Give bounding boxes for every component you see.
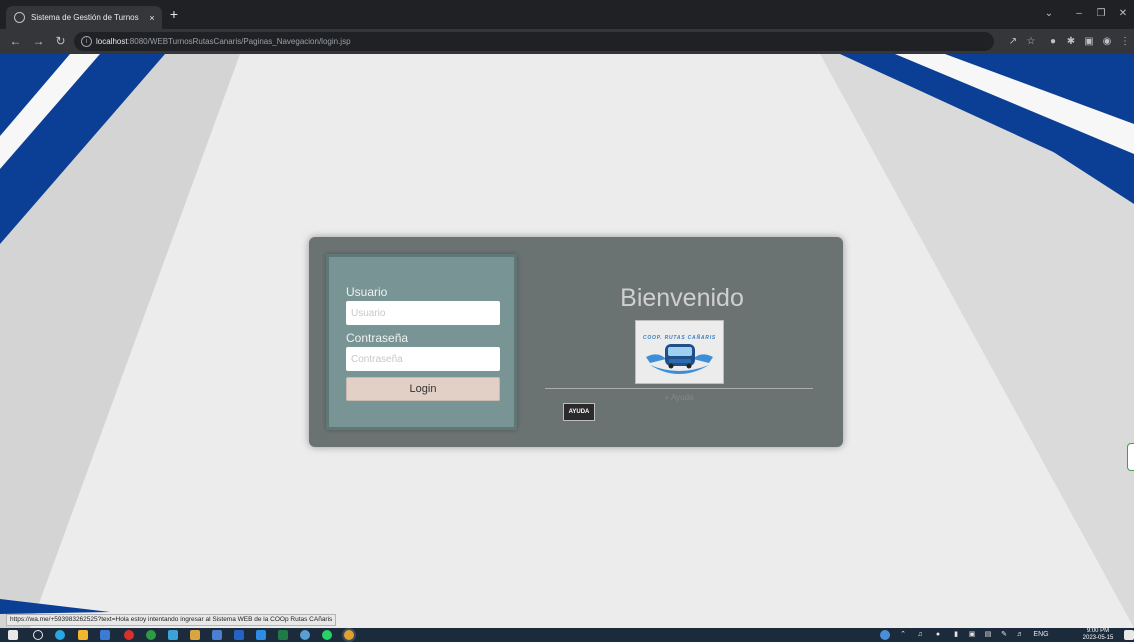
speaker-icon[interactable]: ♫: [914, 629, 926, 641]
browser-tab[interactable]: Sistema de Gestión de Turnos "F ×: [6, 6, 162, 29]
excel-icon[interactable]: [278, 630, 288, 640]
profile-icon[interactable]: ◉: [1100, 34, 1114, 49]
app-icon-blue-2[interactable]: [212, 630, 222, 640]
login-form: Usuario Contraseña Login: [326, 254, 517, 430]
display-icon[interactable]: ▣: [966, 629, 978, 641]
address-bar[interactable]: i localhost:8080/WEBTurnosRutasCanaris/P…: [74, 32, 994, 51]
menu-icon[interactable]: ⋮: [1118, 34, 1132, 49]
company-logo: COOP. RUTAS CAÑARIS: [635, 320, 724, 384]
sidebar-icon[interactable]: ▣: [1082, 34, 1096, 49]
page-viewport: Usuario Contraseña Login Bienvenido COOP…: [0, 54, 1134, 628]
mail-icon[interactable]: [100, 630, 110, 640]
browser-tab-bar: Sistema de Gestión de Turnos "F × + ⌄ – …: [0, 0, 1134, 29]
app-icon-blue[interactable]: [168, 630, 178, 640]
edge-icon[interactable]: [55, 630, 65, 640]
chevron-up-icon[interactable]: ⌃: [898, 629, 908, 641]
whatsapp-icon[interactable]: [322, 630, 332, 640]
extension-icon[interactable]: ●: [1046, 34, 1060, 49]
reload-icon[interactable]: ↻: [53, 34, 68, 49]
volume-icon[interactable]: ♬: [1014, 629, 1026, 641]
weather-icon[interactable]: [880, 630, 890, 640]
pen-icon[interactable]: ✎: [998, 629, 1010, 641]
restore-icon[interactable]: ❐: [1092, 6, 1110, 22]
username-label: Usuario: [346, 285, 388, 299]
zoom-icon[interactable]: [256, 630, 266, 640]
language-indicator[interactable]: ENG: [1030, 629, 1052, 641]
app-icon-light-blue[interactable]: [300, 630, 310, 640]
puzzle-icon[interactable]: ✱: [1064, 34, 1078, 49]
login-button[interactable]: Login: [346, 377, 500, 401]
tab-title: Sistema de Gestión de Turnos "F: [31, 13, 141, 22]
opera-icon[interactable]: [124, 630, 134, 640]
chrome-icon[interactable]: [344, 630, 354, 640]
password-input[interactable]: [346, 347, 500, 371]
close-tab-icon[interactable]: ×: [146, 11, 158, 25]
bus-logo-icon: [646, 344, 713, 374]
close-window-icon[interactable]: ✕: [1114, 6, 1132, 22]
clock-time: 9:00 PM: [1086, 628, 1110, 634]
username-input[interactable]: [346, 301, 500, 325]
url-host: localhost: [96, 37, 128, 46]
status-bar-url: https://wa.me/+593983262525?text=Hola es…: [6, 614, 337, 626]
globe-icon: [14, 12, 25, 23]
login-card: Usuario Contraseña Login Bienvenido COOP…: [309, 237, 843, 447]
clock-date: 2023-05-15: [1082, 635, 1114, 641]
back-icon[interactable]: ←: [8, 34, 23, 49]
whatsapp-widget[interactable]: [1127, 443, 1134, 471]
forward-icon[interactable]: →: [31, 34, 46, 49]
windows-start-icon[interactable]: [8, 630, 18, 640]
windows-taskbar: ⌃ ♫ ● ▮ ▣ ▤ ✎ ♬ ENG 9:00 PM 2023-05-15: [0, 628, 1134, 642]
divider: [545, 388, 813, 389]
chevron-down-icon[interactable]: ⌄: [1040, 6, 1058, 22]
file-explorer-icon[interactable]: [78, 630, 88, 640]
url-path: :8080/WEBTurnosRutasCanaris/Paginas_Nave…: [127, 37, 351, 46]
minimize-icon[interactable]: –: [1070, 6, 1088, 22]
info-icon[interactable]: i: [81, 36, 92, 47]
network-icon[interactable]: ▤: [982, 629, 994, 641]
help-link[interactable]: + Ayuda: [639, 392, 719, 404]
clock[interactable]: 9:00 PM 2023-05-15: [1075, 628, 1121, 642]
search-icon[interactable]: [33, 630, 43, 640]
notification-icon[interactable]: [1124, 630, 1134, 640]
share-icon[interactable]: ↗: [1006, 34, 1020, 49]
password-label: Contraseña: [346, 331, 409, 345]
battery-icon[interactable]: ▮: [950, 629, 962, 641]
url-text[interactable]: localhost:8080/WEBTurnosRutasCanaris/Pag…: [96, 34, 351, 49]
antivirus-icon[interactable]: ●: [932, 629, 944, 641]
app-icon-green[interactable]: [146, 630, 156, 640]
star-icon[interactable]: ☆: [1024, 34, 1038, 49]
word-icon[interactable]: [234, 630, 244, 640]
welcome-heading: Bienvenido: [620, 284, 744, 312]
app-icon-orange[interactable]: [190, 630, 200, 640]
new-tab-button[interactable]: +: [166, 6, 182, 22]
browser-toolbar: ← → ↻ i localhost:8080/WEBTurnosRutasCan…: [0, 29, 1134, 54]
help-button[interactable]: AYUDA: [563, 403, 595, 421]
